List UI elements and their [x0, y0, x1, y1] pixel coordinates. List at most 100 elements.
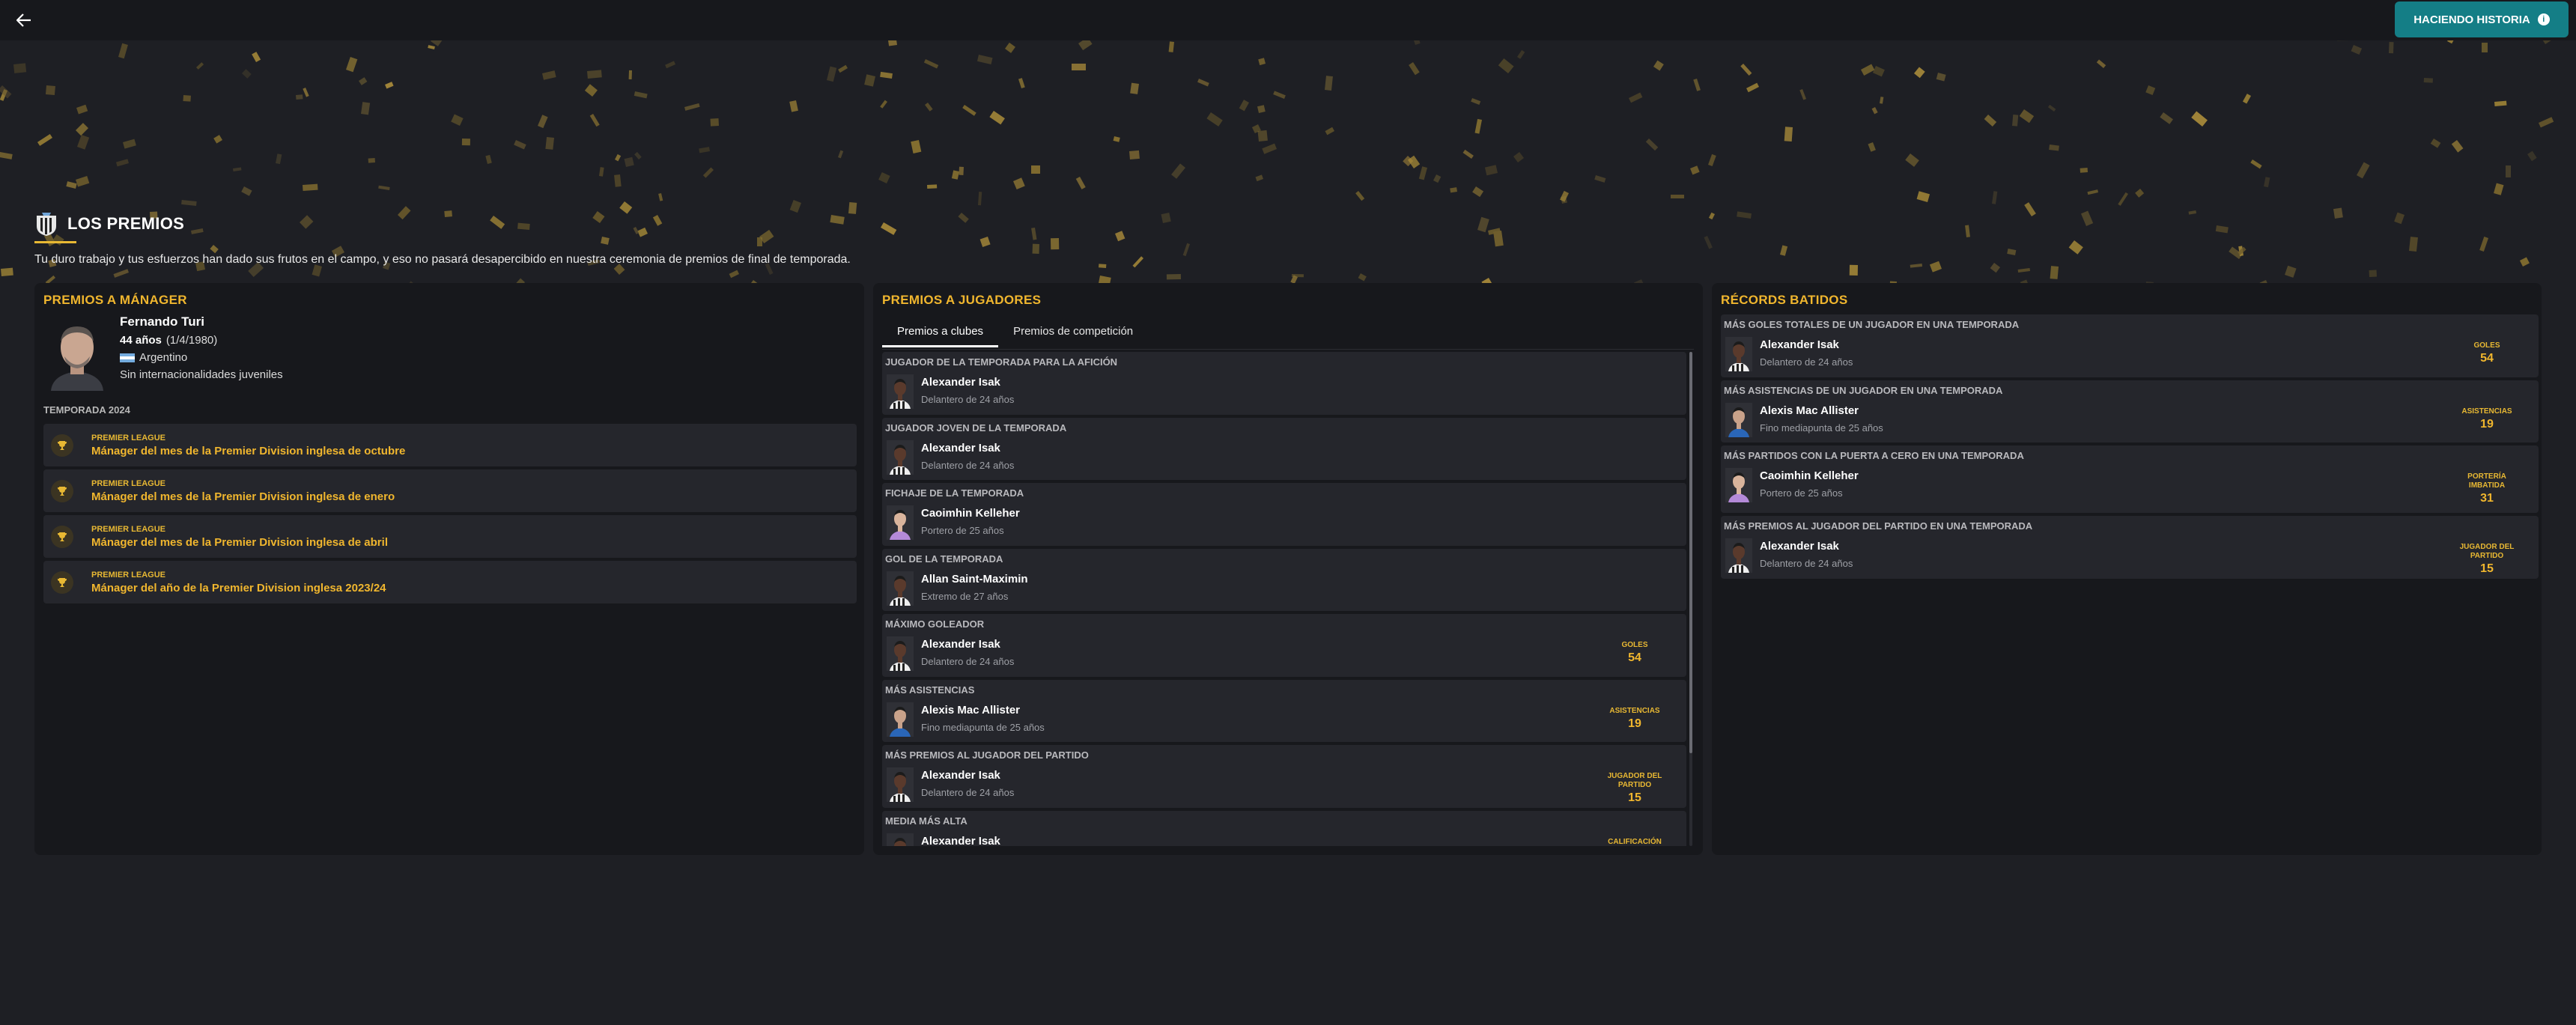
player-detail: Delantero de 24 años [1760, 356, 1853, 368]
manager-award-row[interactable]: PREMIER LEAGUE Mánager del año de la Pre… [43, 561, 857, 603]
award-text: PREMIER LEAGUE Mánager del mes de la Pre… [91, 434, 405, 457]
player-detail: Delantero de 24 años [921, 394, 1015, 405]
stat-block: JUGADOR DEL PARTIDO 15 [1601, 772, 1668, 805]
manager-panel-title: PREMIOS A MÁNAGER [43, 293, 187, 307]
tab-competition-awards[interactable]: Premios de competición [998, 322, 1148, 347]
player-name[interactable]: Alexis Mac Allister [921, 704, 1020, 717]
manager-nationality-value: Argentino [139, 351, 188, 364]
manager-avatar [43, 319, 111, 391]
player-award-card[interactable]: MÁS ASISTENCIAS Alexis Mac Allister Fino… [882, 679, 1686, 742]
manager-awards-panel: PREMIOS A MÁNAGER Fernando Turi 44 años … [34, 283, 864, 855]
player-name[interactable]: Alexander Isak [921, 376, 1000, 389]
page-title: LOS PREMIOS [67, 214, 185, 233]
manager-dob: (1/4/1980) [165, 334, 218, 347]
stat-value: 54 [1628, 651, 1641, 664]
award-name: Mánager del mes de la Premier Division i… [91, 490, 395, 503]
tab-club-awards[interactable]: Premios a clubes [882, 322, 999, 347]
award-name: Mánager del mes de la Premier Division i… [91, 444, 406, 457]
player-photo [887, 505, 914, 540]
player-photo [887, 767, 914, 802]
scrollbar-thumb[interactable] [1689, 352, 1692, 753]
player-name[interactable]: Alexander Isak [921, 835, 1000, 847]
stat-label: JUGADOR DEL PARTIDO [1607, 772, 1662, 789]
records-list: MÁS GOLES TOTALES DE UN JUGADOR EN UNA T… [1721, 314, 2539, 582]
player-name[interactable]: Allan Saint-Maximin [921, 573, 1028, 586]
award-name: Mánager del año de la Premier Division i… [91, 581, 386, 594]
player-award-card[interactable]: JUGADOR JOVEN DE LA TEMPORADA Alexander … [882, 417, 1686, 480]
manager-award-row[interactable]: PREMIER LEAGUE Mánager del mes de la Pre… [43, 515, 857, 558]
manager-nationality: Argentino [120, 351, 283, 364]
award-category: MÁS PREMIOS AL JUGADOR DEL PARTIDO EN UN… [1724, 520, 2033, 532]
trophy-icon [51, 525, 73, 548]
award-category: GOL DE LA TEMPORADA [885, 553, 1003, 565]
stat-label: CALIFICACIÓN [1608, 837, 1662, 846]
player-photo [1725, 337, 1752, 371]
record-card[interactable]: MÁS PARTIDOS CON LA PUERTA A CERO EN UNA… [1721, 445, 2539, 513]
stat-block: PORTERÍA IMBATIDA 31 [2453, 472, 2521, 505]
player-name[interactable]: Alexander Isak [1760, 540, 1839, 553]
player-detail: Delantero de 24 años [921, 459, 1015, 471]
player-award-card[interactable]: FICHAJE DE LA TEMPORADA Caoimhin Kellehe… [882, 483, 1686, 546]
player-award-card[interactable]: MÁS PREMIOS AL JUGADOR DEL PARTIDO Alexa… [882, 745, 1686, 808]
record-card[interactable]: MÁS ASISTENCIAS DE UN JUGADOR EN UNA TEM… [1721, 380, 2539, 442]
player-award-card[interactable]: MEDIA MÁS ALTA Alexander Isak CALIFICACI… [882, 810, 1686, 847]
stat-label: JUGADOR DEL PARTIDO [2459, 543, 2515, 560]
season-label: TEMPORADA 2024 [43, 404, 130, 416]
trophy-icon [51, 571, 73, 594]
awards-header: LOS PREMIOS [34, 211, 184, 237]
award-tabs: Premios a clubes Premios de competición [882, 322, 1148, 347]
manager-international: Sin internacionalidades juveniles [120, 368, 283, 381]
player-detail: Fino mediapunta de 25 años [921, 721, 1045, 733]
player-award-card[interactable]: GOL DE LA TEMPORADA Allan Saint-Maximin … [882, 548, 1686, 611]
record-card[interactable]: MÁS GOLES TOTALES DE UN JUGADOR EN UNA T… [1721, 314, 2539, 377]
player-name[interactable]: Alexander Isak [1760, 338, 1839, 351]
award-category: MÁS ASISTENCIAS DE UN JUGADOR EN UNA TEM… [1724, 384, 2003, 396]
player-photo [1725, 468, 1752, 502]
player-name[interactable]: Caoimhin Kelleher [1760, 469, 1859, 482]
title-underline [34, 241, 76, 243]
player-name[interactable]: Alexis Mac Allister [1760, 404, 1859, 417]
player-photo [887, 702, 914, 737]
top-bar: HACIENDO HISTORIA i [0, 0, 2576, 40]
player-detail: Fino mediapunta de 25 años [1760, 422, 1883, 434]
player-name[interactable]: Alexander Isak [921, 442, 1000, 454]
player-detail: Portero de 25 años [921, 525, 1004, 536]
player-award-card[interactable]: MÁXIMO GOLEADOR Alexander Isak Delantero… [882, 614, 1686, 677]
player-photo [887, 636, 914, 671]
player-panel-title: PREMIOS A JUGADORES [882, 293, 1042, 307]
haciendo-historia-button[interactable]: HACIENDO HISTORIA i [2395, 1, 2569, 37]
manager-name[interactable]: Fernando Turi [120, 314, 283, 329]
award-category: MEDIA MÁS ALTA [885, 815, 967, 827]
stat-block: ASISTENCIAS 19 [1601, 707, 1668, 731]
player-detail: Delantero de 24 años [921, 656, 1015, 667]
award-category: MÁS PARTIDOS CON LA PUERTA A CERO EN UNA… [1724, 450, 2024, 461]
stat-block: CALIFICACIÓN [1601, 838, 1668, 847]
player-award-card[interactable]: JUGADOR DE LA TEMPORADA PARA LA AFICIÓN … [882, 352, 1686, 415]
stat-block: JUGADOR DEL PARTIDO 15 [2453, 543, 2521, 576]
manager-award-row[interactable]: PREMIER LEAGUE Mánager del mes de la Pre… [43, 424, 857, 466]
stat-value: 31 [2480, 492, 2494, 505]
player-photo [887, 374, 914, 409]
stat-block: ASISTENCIAS 19 [2453, 407, 2521, 431]
player-award-list[interactable]: JUGADOR DE LA TEMPORADA PARA LA AFICIÓN … [882, 352, 1686, 846]
award-text: PREMIER LEAGUE Mánager del mes de la Pre… [91, 525, 388, 549]
award-league: PREMIER LEAGUE [91, 433, 166, 442]
player-name[interactable]: Alexander Isak [921, 769, 1000, 782]
history-button-label: HACIENDO HISTORIA [2414, 13, 2530, 26]
stat-value: 19 [2480, 417, 2494, 431]
info-icon: i [2537, 13, 2550, 25]
record-card[interactable]: MÁS PREMIOS AL JUGADOR DEL PARTIDO EN UN… [1721, 516, 2539, 579]
player-photo [887, 571, 914, 606]
back-button[interactable] [10, 7, 37, 33]
award-league: PREMIER LEAGUE [91, 524, 166, 534]
player-awards-panel: PREMIOS A JUGADORES Premios a clubes Pre… [873, 283, 1703, 855]
manager-award-row[interactable]: PREMIER LEAGUE Mánager del mes de la Pre… [43, 469, 857, 512]
player-name[interactable]: Caoimhin Kelleher [921, 507, 1020, 520]
award-text: PREMIER LEAGUE Mánager del año de la Pre… [91, 571, 386, 594]
player-name[interactable]: Alexander Isak [921, 638, 1000, 651]
arrow-left-icon [16, 13, 31, 27]
tabs-divider [882, 349, 1694, 350]
page-description: Tu duro trabajo y tus esfuerzos han dado… [34, 253, 851, 266]
player-detail: Delantero de 24 años [1760, 558, 1853, 569]
trophy-icon [51, 479, 73, 502]
